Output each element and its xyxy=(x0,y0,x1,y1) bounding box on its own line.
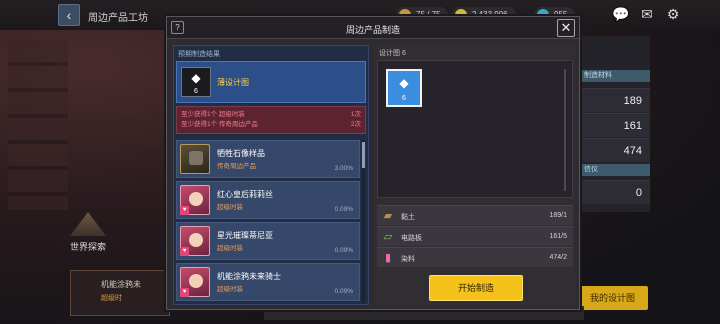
material-row: ▮ 染料 474/2 xyxy=(377,247,573,267)
blueprint-preview-tile: ◆ 6 xyxy=(181,67,211,97)
item-name: 红心皇后莉莉丝 xyxy=(217,190,273,199)
item-category: 超级时装 xyxy=(217,286,243,293)
item-chance: 0.09% xyxy=(334,247,353,254)
item-chance: 0.09% xyxy=(334,288,353,295)
bookshelf-decoration xyxy=(8,40,68,210)
material-row: ▰ 黏土 189/1 xyxy=(377,205,573,225)
blueprint-panel: 设计图 6 ◆ 6 ▰ 黏土 189/1 ▱ 电路板 161/5 ▮ 染料 47… xyxy=(375,45,575,305)
result-list[interactable]: 牺牲石像样品 传奇周边产品 3.00% ♥ 红心皇后莉莉丝 超级时装 0.09%… xyxy=(176,140,360,303)
preview-name: 薄设计图 xyxy=(217,78,249,87)
expected-results-panel: 预期制造结果 ◆ 6 薄设计图 至少获得1个 超级时装 1次 至少获得1个 传奇周… xyxy=(173,45,369,305)
world-explore-label: 世界探索 xyxy=(69,242,106,252)
item-chance: 3.00% xyxy=(334,165,353,172)
blueprint-count: 6 xyxy=(402,95,406,102)
expected-results-heading: 预期制造结果 xyxy=(178,51,220,58)
preview-count: 6 xyxy=(194,88,198,95)
side-value: 189 xyxy=(580,88,650,112)
side-tag-materials: 制造材料 xyxy=(580,70,650,82)
item-category: 传奇周边产品 xyxy=(217,163,256,170)
item-thumbnail: ♥ xyxy=(180,185,210,215)
gear-icon[interactable]: ⚙ xyxy=(664,5,682,23)
close-button[interactable]: ✕ xyxy=(557,19,575,37)
item-name: 机能涂鸦未来骑士 xyxy=(217,272,281,281)
material-name: 电路板 xyxy=(401,235,422,242)
preview-row[interactable]: ◆ 6 薄设计图 xyxy=(176,61,366,103)
heart-icon: ♥ xyxy=(180,247,189,256)
material-quantity: 161/5 xyxy=(549,233,567,240)
item-category: 超级时装 xyxy=(217,245,243,252)
guarantee-line: 至少获得1个 传奇周边产品 2次 xyxy=(181,121,361,128)
blueprint-icon: ◆ xyxy=(399,76,409,90)
guarantee-box: 至少获得1个 超级时装 1次 至少获得1个 传奇周边产品 2次 xyxy=(176,106,366,134)
side-tag-other: 信仪 xyxy=(580,164,650,176)
dialog-header: ? 周边产品制造 ✕ xyxy=(167,17,579,39)
dye-icon: ▮ xyxy=(384,252,392,264)
side-value: 0 xyxy=(580,180,650,204)
item-chance: 0.09% xyxy=(334,206,353,213)
bottom-left-subtitle: 超级时 xyxy=(101,295,122,302)
item-name: 星光璀璨蒂尼亚 xyxy=(217,231,273,240)
list-scrollbar[interactable] xyxy=(362,140,365,303)
item-category: 超级时装 xyxy=(217,204,243,211)
chat-icon[interactable]: 💬 xyxy=(612,5,630,23)
heart-icon: ♥ xyxy=(180,288,189,297)
my-blueprints-button[interactable]: 我的设计图 xyxy=(580,286,648,310)
material-row: ▱ 电路板 161/5 xyxy=(377,226,573,246)
blueprint-heading: 设计图 6 xyxy=(379,50,406,57)
side-value: 474 xyxy=(580,138,650,162)
item-thumbnail: ♥ xyxy=(180,226,210,256)
material-name: 染料 xyxy=(401,256,415,263)
bottom-left-title: 机能涂鸦未 xyxy=(101,280,141,289)
page-title: 周边产品工坊 xyxy=(88,13,148,24)
guarantee-line: 至少获得1个 超级时装 1次 xyxy=(181,111,361,118)
blueprint-grid: ◆ 6 xyxy=(377,60,573,198)
material-quantity: 189/1 xyxy=(549,212,567,219)
back-button[interactable]: ‹ xyxy=(58,4,80,26)
list-item[interactable]: ♥ 红心皇后莉莉丝 超级时装 0.09% xyxy=(176,181,360,219)
clay-icon: ▰ xyxy=(383,210,393,222)
item-thumbnail: ♥ xyxy=(180,267,210,297)
scrollbar-thumb[interactable] xyxy=(362,142,365,168)
explorer-hat-icon xyxy=(70,212,106,236)
dialog-title: 周边产品制造 xyxy=(345,25,400,35)
world-explore-button[interactable]: 世界探索 xyxy=(66,212,110,253)
list-item[interactable]: ♥ 机能涂鸦未来骑士 超级时装 0.09% xyxy=(176,263,360,301)
blueprint-scrollbar[interactable] xyxy=(564,69,566,191)
material-name: 黏土 xyxy=(401,214,415,221)
start-crafting-button[interactable]: 开始制造 xyxy=(429,275,523,301)
heart-icon: ♥ xyxy=(180,206,189,215)
item-name: 牺牲石像样品 xyxy=(217,149,265,158)
craft-dialog: ? 周边产品制造 ✕ 预期制造结果 ◆ 6 薄设计图 至少获得1个 超级时装 1次… xyxy=(166,16,580,310)
circuit-board-icon: ▱ xyxy=(383,231,393,243)
material-quantity: 474/2 xyxy=(549,254,567,261)
list-item[interactable]: ♥ 星光璀璨蒂尼亚 超级时装 0.09% xyxy=(176,222,360,260)
bottom-left-card[interactable]: 机能涂鸦未 超级时 xyxy=(70,270,170,316)
item-thumbnail xyxy=(180,144,210,174)
list-item[interactable]: 牺牲石像样品 传奇周边产品 3.00% xyxy=(176,140,360,178)
blueprint-slot-selected[interactable]: ◆ 6 xyxy=(386,69,422,107)
side-value: 161 xyxy=(580,113,650,137)
mail-icon[interactable]: ✉ xyxy=(638,5,656,23)
blueprint-icon: ◆ xyxy=(191,71,201,85)
